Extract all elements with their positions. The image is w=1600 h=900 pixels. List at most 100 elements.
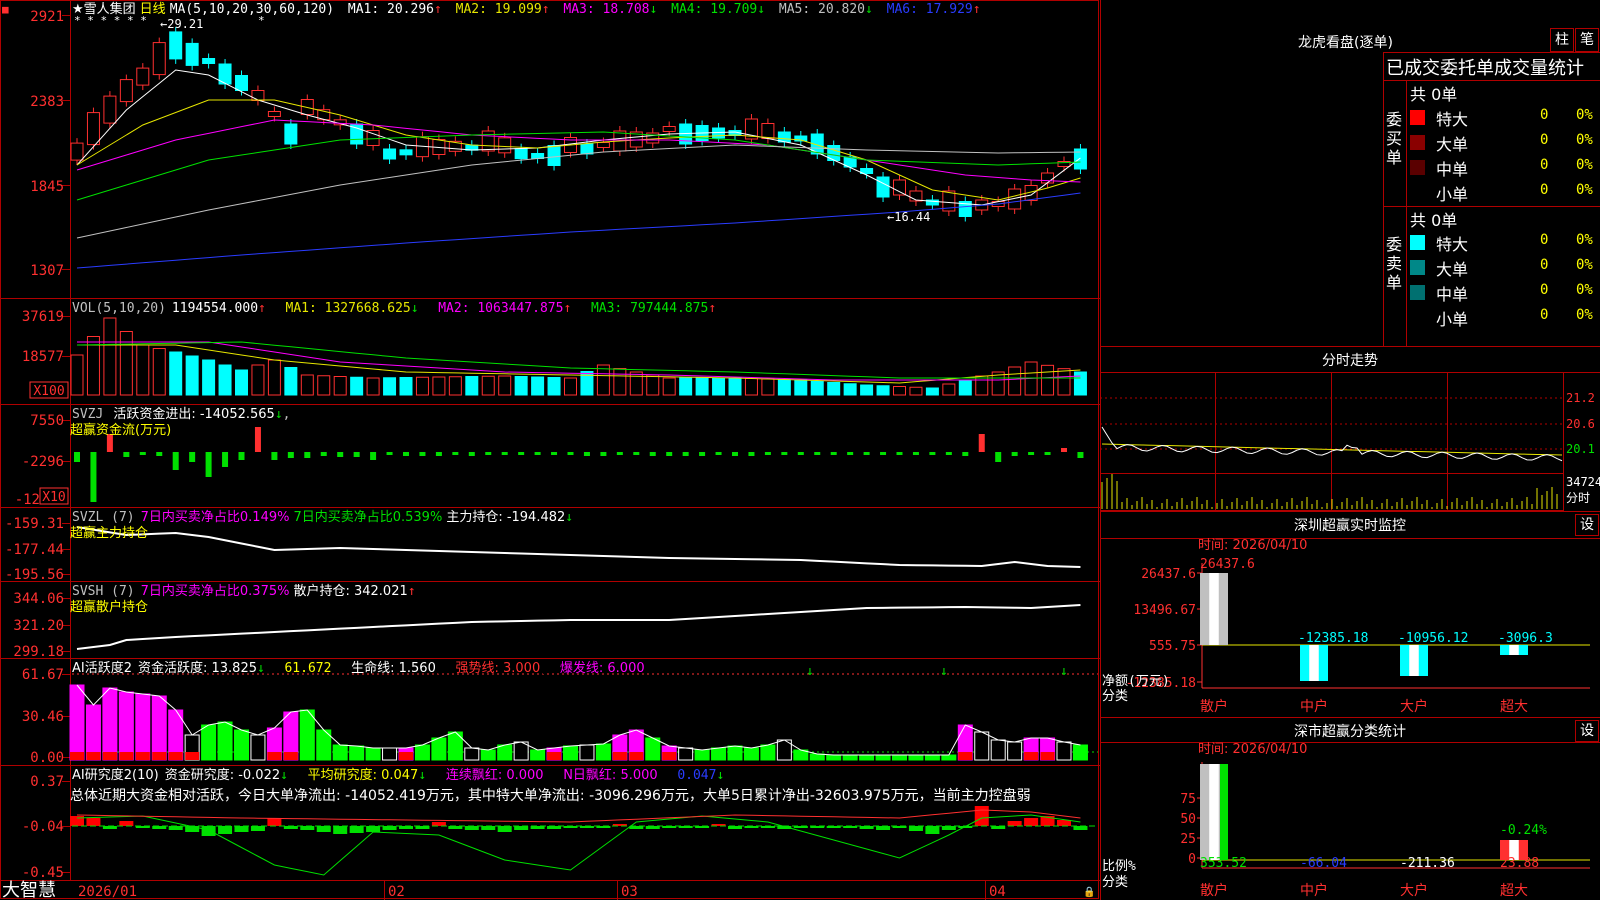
svzj-bar xyxy=(830,452,837,455)
ai-activity-bar xyxy=(299,709,315,761)
sz-category-chart[interactable]: 时间: 2026/04/10 75 50 25 0 -0.24% 353.52 -66.04… xyxy=(1100,742,1600,900)
ai-activity-bar xyxy=(711,747,727,761)
main-chart-area[interactable]: 2921 2383 1845 1307 37619 18577 7550 -22… xyxy=(0,0,1100,900)
air-bar xyxy=(168,826,183,830)
date-axis-label: 04 xyxy=(989,884,1006,900)
air-bar xyxy=(267,818,282,826)
candlestick xyxy=(185,42,199,66)
svzj-bar xyxy=(912,452,919,455)
air-bar xyxy=(333,826,348,834)
order-percent: 0% xyxy=(1576,307,1593,323)
volume-bar xyxy=(432,376,446,396)
svzj-bar xyxy=(1028,452,1035,455)
sz-monitor-chart[interactable]: 时间: 2026/04/10 26437.6 13496.67 555.75 -123… xyxy=(1100,538,1600,718)
volume-bar xyxy=(679,377,693,396)
sz-category: 中户 xyxy=(1300,698,1328,715)
ai-base-block xyxy=(102,752,117,760)
volume-bars-layer xyxy=(70,317,1087,396)
ai-axis-label: 0.00 xyxy=(30,750,64,766)
order-size-label: 特大 xyxy=(1436,235,1469,254)
svzj-bar xyxy=(1011,452,1018,456)
air-axis-label: -0.45 xyxy=(22,865,64,881)
svzj-bar xyxy=(485,452,492,455)
ai-activity-bar xyxy=(85,704,101,761)
ai-activity-bar xyxy=(974,731,990,761)
order-size-label: 小单 xyxy=(1436,310,1469,329)
high-price-label: ←29.21 xyxy=(160,17,203,31)
sz2-axis-label: 75 xyxy=(1180,792,1196,807)
svzj-bar xyxy=(287,452,294,458)
candlestick xyxy=(202,58,216,64)
volume-bar xyxy=(366,377,380,396)
order-row: 中单 0 0% xyxy=(1410,156,1600,180)
svzj-header: SVZJ 活跃资金进出: -14052.565↓, xyxy=(72,406,290,422)
ai-activity-bar xyxy=(118,691,134,761)
order-count: 0 xyxy=(1540,257,1549,273)
ai-research-layer xyxy=(70,806,1098,876)
svzj-bar xyxy=(304,452,311,458)
volume-bar xyxy=(646,374,660,396)
svzj-bar xyxy=(616,452,623,455)
price-axis-label: 2383 xyxy=(30,94,64,110)
volume-bar xyxy=(1008,366,1022,396)
sz-axis-label: 13496.67 xyxy=(1133,603,1196,618)
order-percent: 0% xyxy=(1576,132,1593,148)
order-size-label: 中单 xyxy=(1436,160,1469,179)
volume-bar xyxy=(317,375,331,396)
volume-bar xyxy=(893,386,906,396)
sz-value-label: 26437.6 xyxy=(1200,557,1255,572)
svsh-axis-label: 344.06 xyxy=(13,591,64,607)
ai-activity-bar xyxy=(1007,741,1023,761)
svzj-bars-layer xyxy=(74,427,1084,502)
price-axis-label: 1845 xyxy=(30,179,64,195)
ai-base-block xyxy=(86,752,101,760)
svzj-bar xyxy=(962,452,969,456)
volume-bar xyxy=(169,351,183,396)
ai-signal-arrow: ↓ xyxy=(940,664,948,679)
ai-activity-bar xyxy=(727,745,743,761)
ai-activity-bar xyxy=(1072,744,1088,761)
sell-total: 共 0单 xyxy=(1410,211,1458,230)
ai-activity-bar xyxy=(826,754,842,761)
intraday-title: 分时走势 xyxy=(1322,353,1378,369)
intraday-chart[interactable]: 21.2 20.6 20.1 34724 分时 xyxy=(1100,372,1600,512)
ai-signal-arrow: ↓ xyxy=(806,664,814,679)
air-bar xyxy=(300,826,315,830)
order-size-label: 中单 xyxy=(1436,285,1469,304)
ai-base-block xyxy=(399,752,413,760)
sz-monitor-settings-button[interactable]: 设 xyxy=(1575,514,1599,536)
candlestick xyxy=(876,176,890,198)
svzj-bar xyxy=(534,452,541,455)
svzj-bar xyxy=(945,452,952,455)
svzl-axis-label: -177.44 xyxy=(5,542,64,558)
volume-bar xyxy=(531,376,545,396)
candlestick xyxy=(399,149,413,156)
air-bar xyxy=(1024,818,1039,826)
sz-axis-label: 26437.6 xyxy=(1141,567,1196,582)
svzj-bar xyxy=(600,452,607,456)
tab-bar[interactable]: 柱 xyxy=(1550,28,1574,52)
ai-base-block xyxy=(547,752,562,760)
ai-activity-bar xyxy=(102,687,118,761)
sz-category-settings-button[interactable]: 设 xyxy=(1575,720,1599,742)
sz2-axis-label: 25 xyxy=(1180,832,1196,847)
svzj-bar xyxy=(189,452,196,462)
tab-tick[interactable]: 笔 xyxy=(1575,28,1599,52)
ai-activity-bar xyxy=(151,695,167,761)
candlestick xyxy=(481,130,495,152)
intraday-axis-label: 20.1 xyxy=(1566,442,1595,456)
volume-bar xyxy=(909,386,923,396)
volume-bar xyxy=(843,383,857,396)
lock-icon[interactable]: 🔒 xyxy=(1083,886,1095,898)
svzl-subtitle: 超赢主力持仓 xyxy=(70,525,148,541)
volume-bar xyxy=(448,376,462,396)
sz-category: 超大 xyxy=(1500,699,1528,715)
ai-activity-layer: ↓ ↓ ↓ xyxy=(69,664,1098,761)
volume-bar xyxy=(514,376,528,396)
ai-activity-bar xyxy=(431,737,447,761)
svzj-bar xyxy=(781,452,788,455)
ai-base-block xyxy=(958,752,973,760)
order-count: 0 xyxy=(1540,132,1549,148)
order-count: 0 xyxy=(1540,107,1549,123)
sz2-category: 大户 xyxy=(1400,882,1428,899)
